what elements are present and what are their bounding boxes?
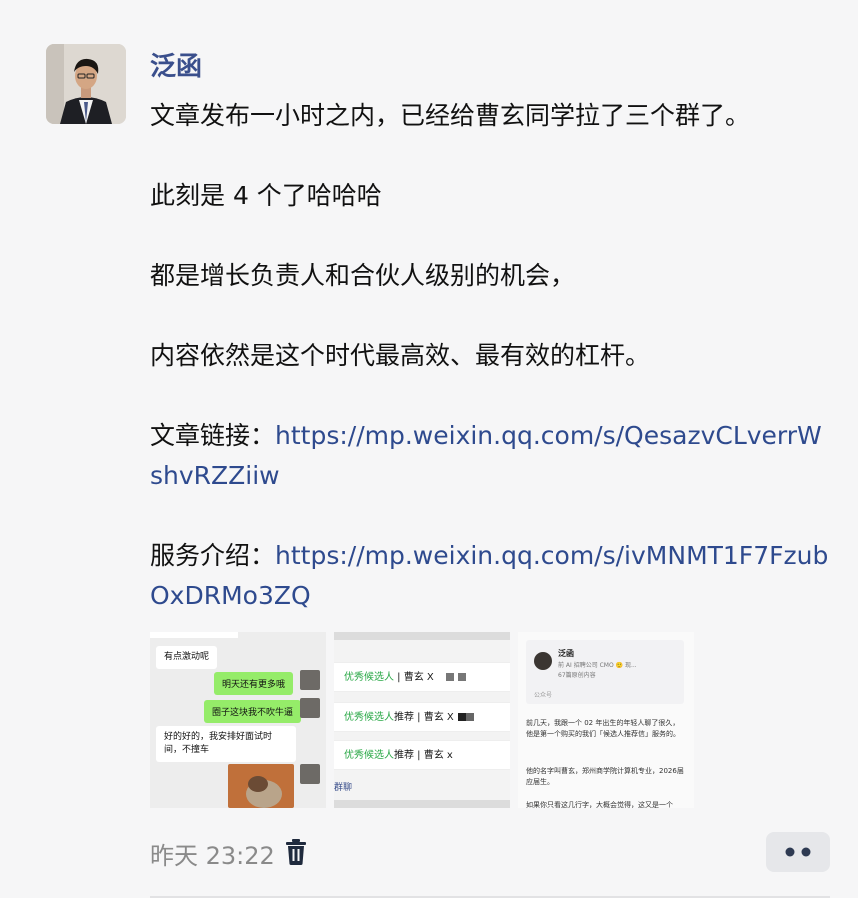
post-paragraph: 文章发布一小时之内，已经给曹玄同学拉了三个群了。 bbox=[150, 101, 751, 130]
chat-message: 有点激动呢 bbox=[156, 646, 218, 669]
group-row: 优秀候选人 | 曹玄 X bbox=[334, 662, 510, 692]
article-link-line: 文章链接：https://mp.weixin.qq.com/s/QesazvCL… bbox=[150, 416, 830, 496]
group-row: 优秀候选人推荐 | 曹玄 X bbox=[334, 702, 510, 732]
chat-image bbox=[228, 764, 294, 808]
chat-message: 圈子这块我不吹牛逼 bbox=[204, 700, 302, 723]
article-link-label: 文章链接： bbox=[150, 421, 276, 450]
post-paragraph: 此刻是 4 个了哈哈哈 bbox=[150, 181, 382, 210]
group-row: 优秀候选人推荐 | 曹玄 x bbox=[334, 740, 510, 770]
article-paragraph: 如果你只看这几行字，大概会觉得，这又是一个 bbox=[526, 801, 673, 808]
account-count: 67篇原创内容 bbox=[558, 672, 596, 679]
group-footer: 群聊 bbox=[334, 783, 353, 793]
service-link-line: 服务介绍：https://mp.weixin.qq.com/s/ivMNMT1F… bbox=[150, 536, 830, 616]
account-tag: 公众号 bbox=[534, 692, 553, 699]
account-card: 泛函 前 AI 招聘公司 CMO 🙂 现... 67篇原创内容 公众号 bbox=[526, 640, 684, 704]
post-content: 文章发布一小时之内，已经给曹玄同学拉了三个群了。 此刻是 4 个了哈哈哈 都是增… bbox=[150, 96, 830, 656]
trash-icon[interactable] bbox=[284, 838, 308, 866]
post-paragraph: 内容依然是这个时代最高效、最有效的杠杆。 bbox=[150, 341, 651, 370]
author-name[interactable]: 泛函 bbox=[150, 46, 202, 83]
chat-avatar bbox=[300, 764, 320, 784]
author-avatar[interactable] bbox=[46, 44, 126, 124]
service-link-label: 服务介绍： bbox=[150, 541, 276, 570]
chat-message: 明天还有更多哦 bbox=[214, 672, 294, 695]
chat-message: 好的好的，我安排好面试时间，不撞车 bbox=[156, 726, 296, 762]
article-paragraph: 前几天，我跟一个 02 年出生的年轻人聊了很久，他是第一个购买的我们「候选人推荐… bbox=[526, 719, 680, 738]
more-options-button[interactable] bbox=[766, 832, 830, 872]
post-timestamp: 昨天 23:22 bbox=[150, 842, 275, 870]
image-gallery: 有点激动呢 明天还有更多哦 圈子这块我不吹牛逼 好的好的，我安排好面试时间，不撞… bbox=[150, 632, 695, 808]
post-paragraph: 都是增长负责人和合伙人级别的机会， bbox=[150, 261, 576, 290]
account-name: 泛函 bbox=[558, 649, 574, 658]
avatar-photo bbox=[46, 44, 126, 124]
account-sub: 前 AI 招聘公司 CMO 🙂 现... bbox=[558, 662, 637, 669]
article-paragraph: 他的名字叫曹玄，郑州商学院计算机专业，2026届应届生。 bbox=[526, 767, 684, 786]
image-thumbnail-chat[interactable]: 有点激动呢 明天还有更多哦 圈子这块我不吹牛逼 好的好的，我安排好面试时间，不撞… bbox=[150, 632, 326, 808]
image-thumbnail-article[interactable]: 泛函 前 AI 招聘公司 CMO 🙂 现... 67篇原创内容 公众号 前几天，… bbox=[518, 632, 694, 808]
more-dots-icon bbox=[785, 847, 811, 857]
chat-avatar bbox=[300, 698, 320, 718]
image-thumbnail-group-list[interactable]: 优秀候选人 | 曹玄 X 优秀候选人推荐 | 曹玄 X 优秀候选人推荐 | 曹玄… bbox=[334, 632, 510, 808]
chat-avatar bbox=[300, 670, 320, 690]
